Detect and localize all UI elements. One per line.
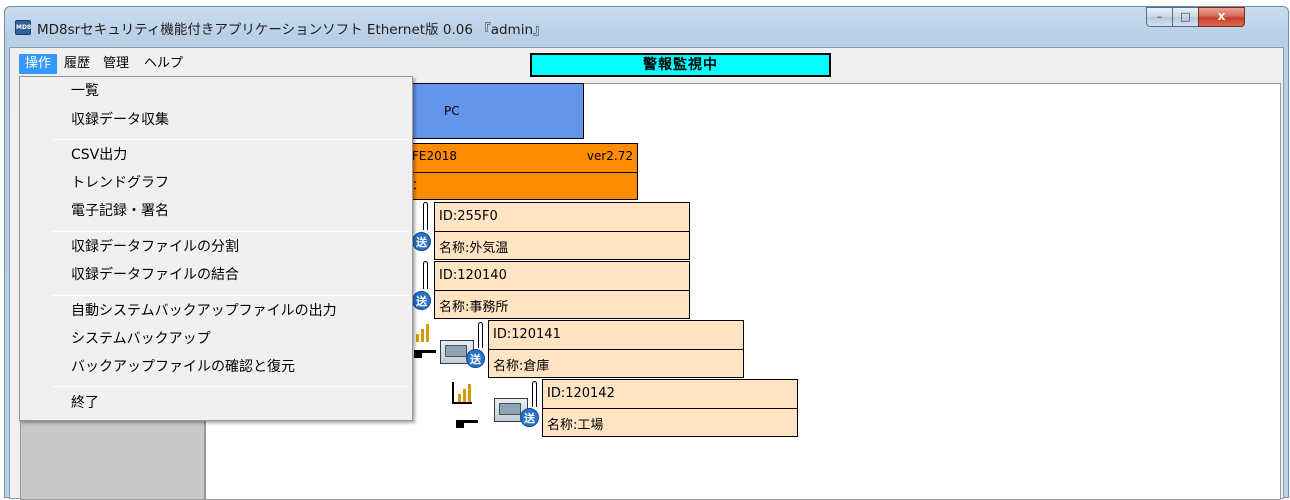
antenna-icon <box>478 322 483 348</box>
device-id: ID:120141 <box>493 327 561 342</box>
device-divider <box>489 349 743 350</box>
signal-strength-icon <box>452 382 472 404</box>
menu-item-backup-restore[interactable]: バックアップファイルの確認と復元 <box>21 355 411 379</box>
menu-operation[interactable]: 操作 <box>19 54 58 74</box>
menu-separator <box>52 231 410 232</box>
pc-node[interactable]: PC <box>396 83 584 139</box>
menu-item-merge-file[interactable]: 収録データファイルの結合 <box>21 263 411 287</box>
alarm-status-banner: 警報監視中 <box>530 53 831 77</box>
operation-dropdown-menu: 一覧 収録データ収集 CSV出力 トレンドグラフ 電子記録・署名 収録データファ… <box>19 76 413 421</box>
menu-item-exit[interactable]: 終了 <box>21 391 411 415</box>
antenna-icon <box>532 381 537 407</box>
base-unit-model: FE2018 <box>412 149 458 163</box>
minimize-button[interactable]: – <box>1146 7 1173 27</box>
device-node[interactable]: ID:120140 名称:事務所 <box>434 261 690 319</box>
menu-separator <box>52 295 410 296</box>
base-unit-version: ver2.72 <box>586 149 633 163</box>
signal-strength-icon <box>414 320 434 342</box>
base-unit-name: ： <box>412 178 425 192</box>
menu-item-list[interactable]: 一覧 <box>21 79 411 103</box>
device-divider <box>543 408 797 409</box>
pc-label: PC <box>444 104 460 118</box>
device-id: ID:120142 <box>547 386 615 401</box>
menu-separator <box>52 386 410 387</box>
menu-item-split-file[interactable]: 収録データファイルの分割 <box>21 235 411 259</box>
device-divider <box>435 231 689 232</box>
window-title: MD8srセキュリティ機能付きアプリケーションソフト Ethernet版 0.0… <box>37 22 547 38</box>
menu-help[interactable]: ヘルプ <box>138 54 189 74</box>
device-id: ID:255F0 <box>439 209 498 224</box>
plug-icon <box>414 350 436 358</box>
send-icon: 送 <box>412 291 431 310</box>
title-bar[interactable]: MD8 MD8srセキュリティ機能付きアプリケーションソフト Ethernet版… <box>5 7 1288 47</box>
device-name: 名称:事務所 <box>439 300 509 315</box>
menu-history[interactable]: 履歴 <box>58 54 96 74</box>
device-name: 名称:工場 <box>547 418 604 433</box>
menu-item-auto-backup-output[interactable]: 自動システムバックアップファイルの出力 <box>21 299 411 323</box>
menu-item-system-backup[interactable]: システムバックアップ <box>21 327 411 351</box>
device-node[interactable]: ID:120142 名称:工場 <box>542 379 798 437</box>
menu-item-csv-output[interactable]: CSV出力 <box>21 143 411 167</box>
device-id: ID:120140 <box>439 268 507 283</box>
send-icon: 送 <box>412 232 431 251</box>
base-unit-node[interactable]: FE2018 ver2.72 ： <box>396 143 638 200</box>
menu-item-e-record-signature[interactable]: 電子記録・署名 <box>21 199 411 223</box>
menu-item-trend-graph[interactable]: トレンドグラフ <box>21 171 411 195</box>
device-node[interactable]: ID:255F0 名称:外気温 <box>434 202 690 260</box>
send-icon: 送 <box>466 349 485 368</box>
close-button[interactable]: x <box>1198 7 1245 27</box>
device-node[interactable]: ID:120141 名称:倉庫 <box>488 320 744 378</box>
antenna-icon <box>423 261 428 289</box>
menu-separator <box>52 139 410 140</box>
plug-icon <box>456 420 478 428</box>
app-icon: MD8 <box>15 20 31 35</box>
menu-management[interactable]: 管理 <box>97 54 135 74</box>
menu-bar: 操作 履歴 管理 ヘルプ 警報監視中 <box>10 48 1283 78</box>
antenna-icon <box>423 202 428 230</box>
maximize-button[interactable]: □ <box>1172 7 1199 27</box>
send-icon: 送 <box>520 408 539 427</box>
base-unit-divider <box>397 172 637 173</box>
device-divider <box>435 290 689 291</box>
device-name: 名称:外気温 <box>439 241 509 256</box>
device-name: 名称:倉庫 <box>493 359 550 374</box>
menu-item-collect-data[interactable]: 収録データ収集 <box>21 108 411 132</box>
